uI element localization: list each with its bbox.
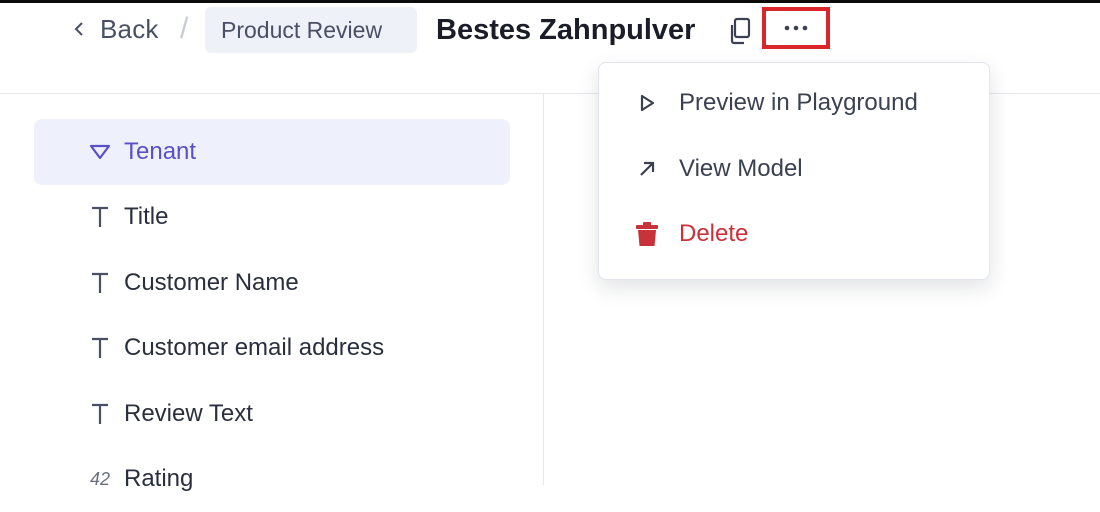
field-item-title[interactable]: Title xyxy=(34,185,510,251)
field-item-review-text[interactable]: Review Text xyxy=(34,381,510,447)
chevron-left-icon xyxy=(72,22,86,36)
field-list: Tenant Title Customer Name Customer emai… xyxy=(34,119,510,512)
play-icon xyxy=(635,91,659,115)
field-label: Customer Name xyxy=(124,269,299,297)
text-type-icon xyxy=(86,402,114,426)
field-item-customer-email[interactable]: Customer email address xyxy=(34,316,510,382)
menu-item-delete[interactable]: Delete xyxy=(635,214,748,254)
more-horizontal-icon xyxy=(782,19,810,37)
number-type-icon: 42 xyxy=(86,469,114,490)
text-type-icon xyxy=(86,271,114,295)
menu-item-preview-in-playground[interactable]: Preview in Playground xyxy=(635,83,918,123)
copy-icon[interactable] xyxy=(727,17,753,45)
field-label: Tenant xyxy=(124,138,196,166)
menu-item-label: Preview in Playground xyxy=(679,89,918,117)
field-label: Rating xyxy=(124,465,193,493)
menu-item-label: Delete xyxy=(679,220,748,248)
filter-triangle-icon xyxy=(86,144,114,160)
breadcrumb-product-review[interactable]: Product Review xyxy=(205,7,417,53)
more-options-button[interactable] xyxy=(762,7,830,49)
field-label: Customer email address xyxy=(124,334,384,362)
field-item-customer-name[interactable]: Customer Name xyxy=(34,250,510,316)
field-item-tenant[interactable]: Tenant xyxy=(34,119,510,185)
more-options-menu: Preview in Playground View Model Delete xyxy=(598,62,990,280)
text-type-icon xyxy=(86,205,114,229)
arrow-up-right-icon xyxy=(635,157,659,181)
panel-divider xyxy=(543,94,544,485)
back-label: Back xyxy=(100,14,159,45)
page-title: Bestes Zahnpulver xyxy=(436,9,695,51)
back-button[interactable]: Back xyxy=(72,11,159,47)
menu-item-view-model[interactable]: View Model xyxy=(635,149,803,189)
field-item-rating[interactable]: 42 Rating xyxy=(34,447,510,512)
breadcrumb-separator: / xyxy=(180,11,188,47)
trash-icon xyxy=(635,222,659,246)
menu-item-label: View Model xyxy=(679,155,803,183)
field-label: Review Text xyxy=(124,400,253,428)
field-label: Title xyxy=(124,203,168,231)
text-type-icon xyxy=(86,336,114,360)
